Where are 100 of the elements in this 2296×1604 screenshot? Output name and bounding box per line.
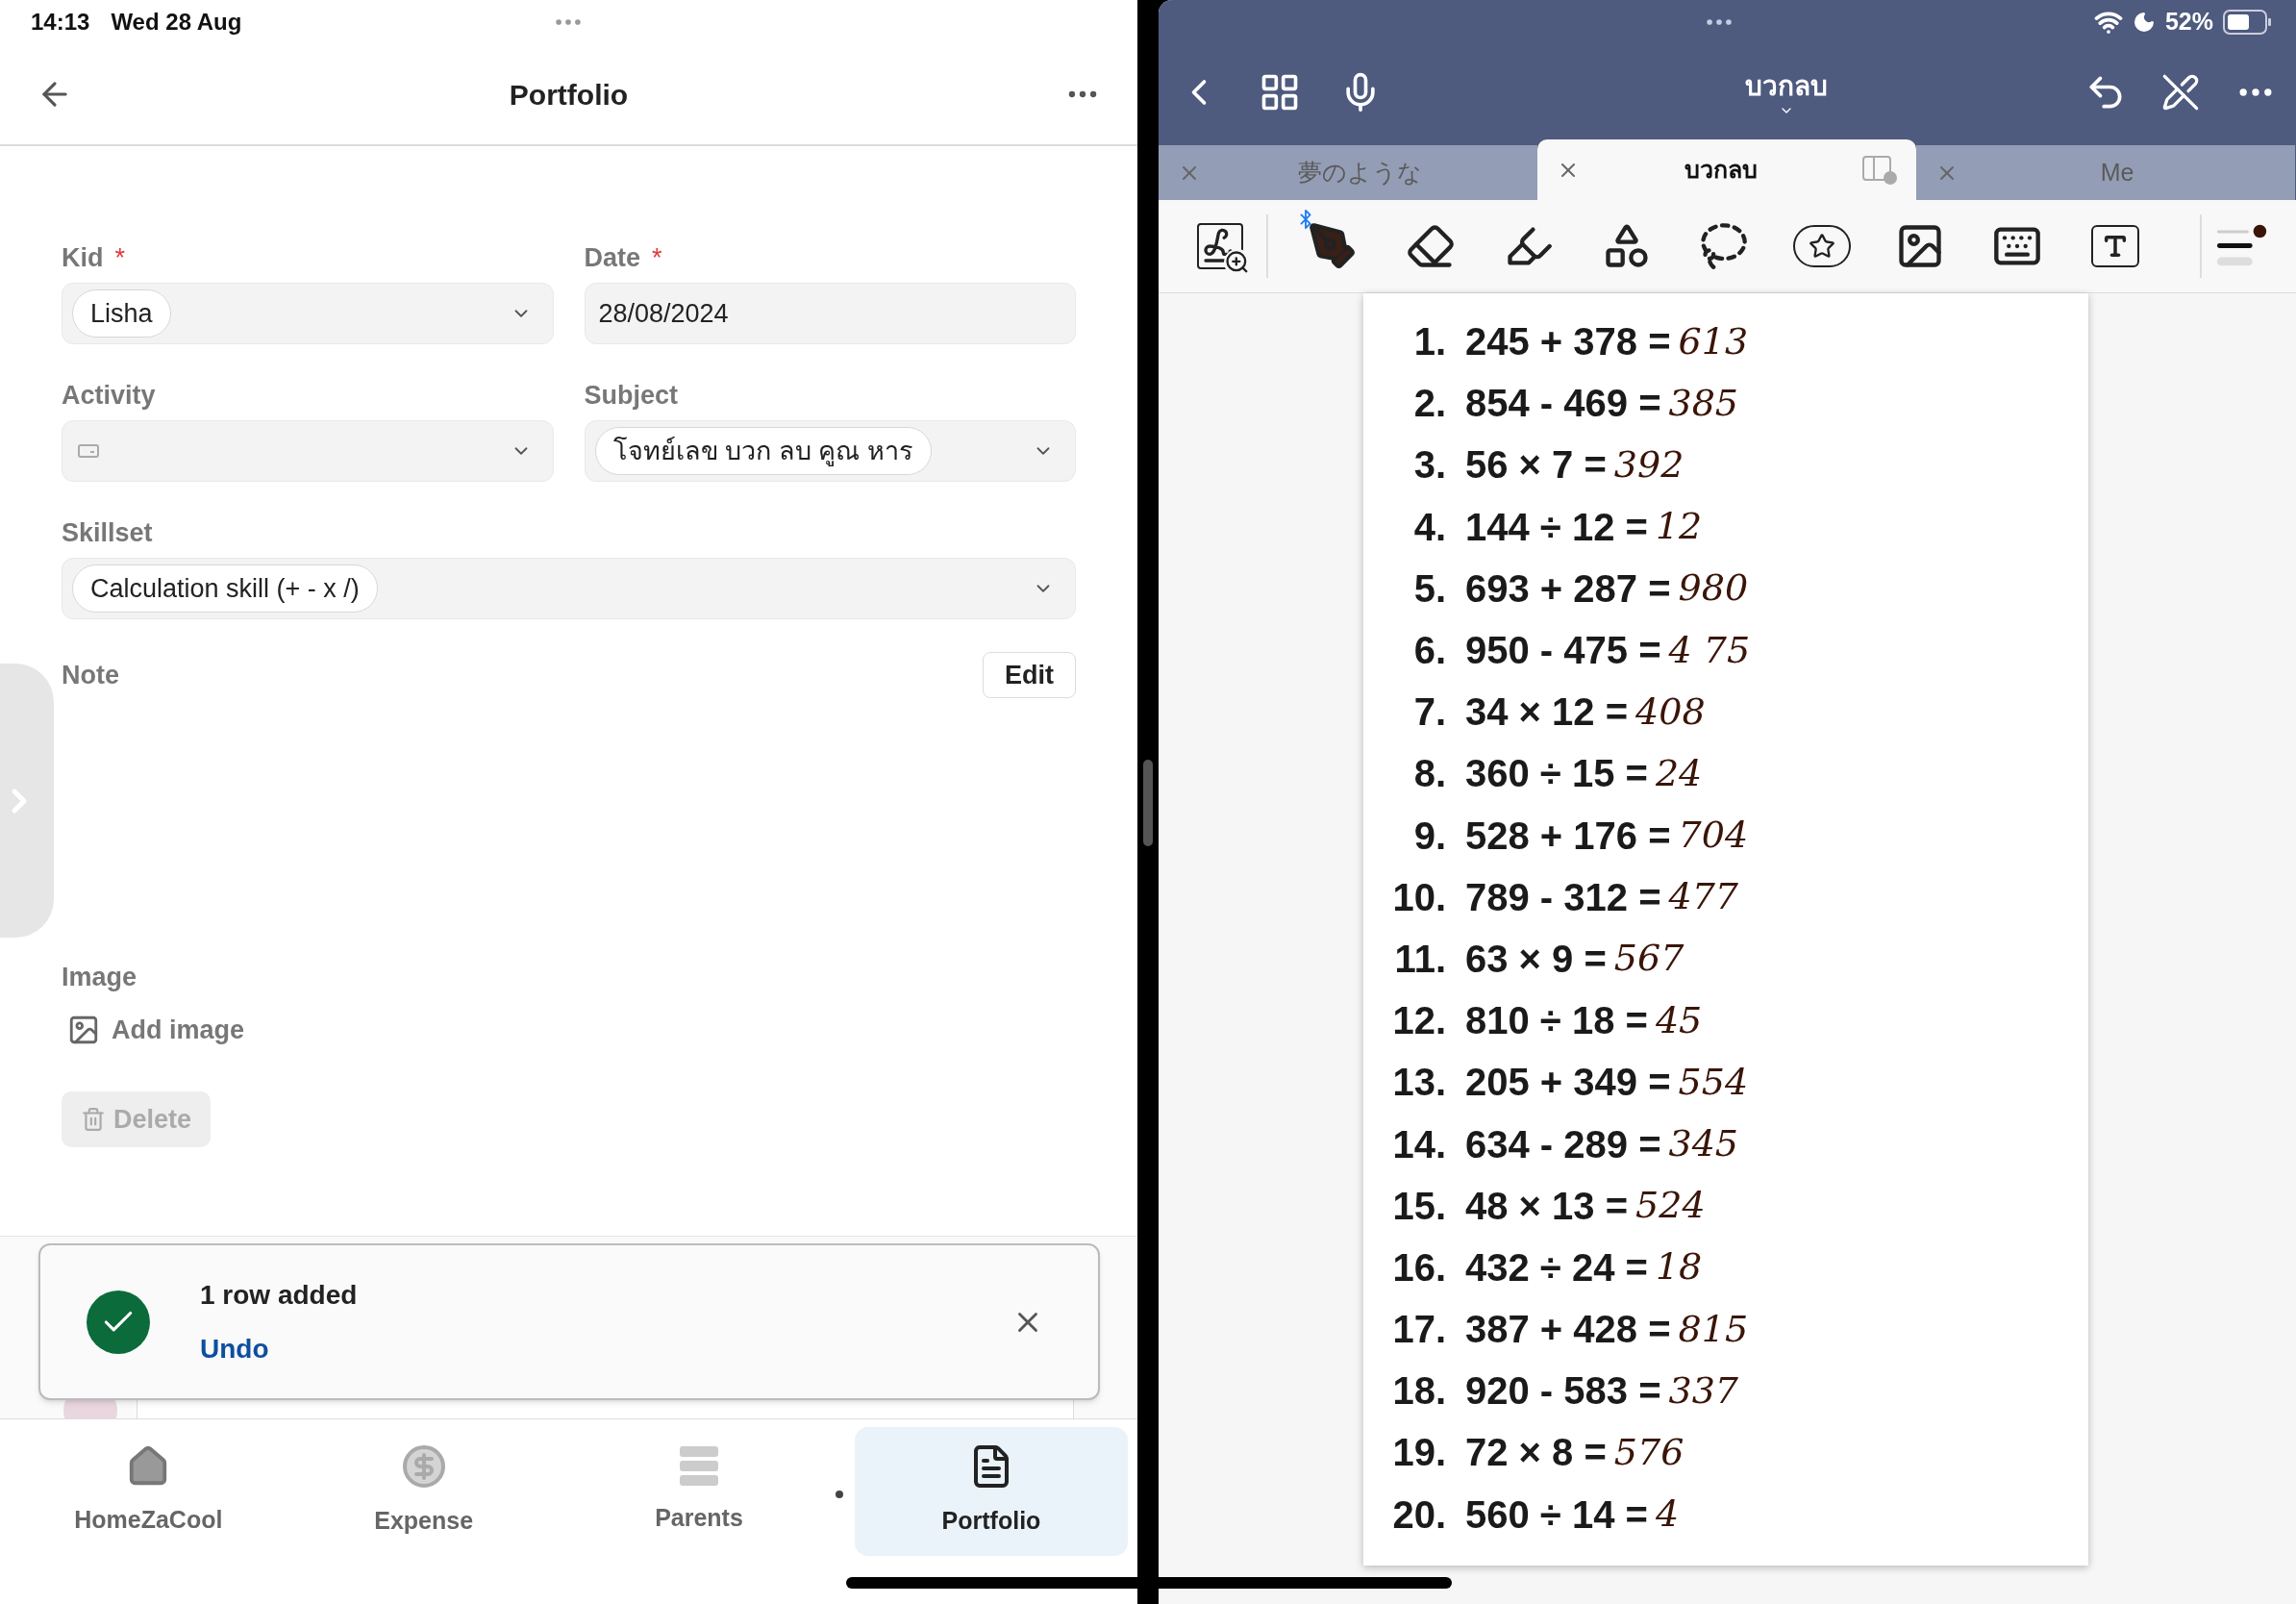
select-field[interactable]: Lisha — [62, 283, 554, 344]
select-field[interactable]: โจทย์เลข บวก ลบ คูณ หาร — [584, 420, 1076, 482]
handwritten-answer: 576 — [1613, 1429, 1685, 1475]
edit-button[interactable]: Edit — [983, 652, 1076, 698]
question-number: 18. — [1391, 1368, 1446, 1415]
field-label: Subject — [584, 379, 679, 412]
value-chip: โจทย์เลข บวก ลบ คูณ หาร — [594, 426, 932, 476]
handwritten-answer: 337 — [1668, 1367, 1739, 1414]
date-field[interactable]: 28/08/2024 — [584, 283, 1076, 344]
toast-message: 1 row added — [200, 1278, 359, 1312]
equation: 810 ÷ 18 = — [1465, 998, 1648, 1044]
equation: 387 + 428 = — [1465, 1307, 1671, 1353]
split-handle[interactable] — [1143, 760, 1153, 846]
question-number: 1. — [1412, 319, 1446, 365]
pen-off-icon[interactable] — [2161, 72, 2200, 112]
question-number: 6. — [1412, 628, 1446, 674]
equation: 63 × 9 = — [1465, 936, 1607, 982]
equation: 48 × 13 = — [1465, 1183, 1629, 1229]
question-number: 13. — [1391, 1060, 1446, 1106]
equation: 693 + 287 = — [1465, 565, 1671, 612]
required-mark: * — [652, 241, 662, 274]
nav-tab[interactable]: HomeZaCool — [12, 1427, 286, 1556]
handwritten-answer: 4 — [1655, 1491, 1680, 1538]
battery-percentage: 52% — [2164, 7, 2213, 38]
field-label: Activity — [62, 379, 156, 412]
page-title: Portfolio — [509, 77, 629, 113]
question-number: 3. — [1412, 442, 1446, 489]
value-chip: Lisha — [72, 288, 171, 338]
handwritten-answer: 815 — [1678, 1306, 1749, 1352]
handwritten-answer: 408 — [1635, 689, 1706, 735]
side-handle[interactable] — [0, 664, 54, 938]
question-number: 10. — [1391, 874, 1446, 920]
equation: 920 - 583 = — [1465, 1368, 1661, 1415]
status-date: Wed 28 Aug — [111, 8, 242, 37]
question-number: 5. — [1412, 565, 1446, 612]
select-field[interactable]: Calculation skill (+ - x /) — [62, 558, 1076, 619]
field-label: Kid — [62, 241, 104, 274]
nav-tab[interactable]: Portfolio — [855, 1427, 1128, 1556]
equation: 144 ÷ 12 = — [1465, 504, 1648, 550]
input-icon — [78, 443, 99, 459]
status-time: 14:13 — [31, 8, 90, 37]
question-number: 12. — [1391, 998, 1446, 1044]
handwritten-answer: 12 — [1655, 504, 1703, 550]
question-number: 4. — [1412, 504, 1446, 550]
field-label: Note — [62, 659, 119, 691]
handwritten-answer: 18 — [1655, 1244, 1703, 1291]
handwritten-answer: 392 — [1613, 441, 1685, 488]
required-mark: * — [114, 241, 125, 274]
equation: 634 - 289 = — [1465, 1121, 1661, 1167]
handwritten-answer: 524 — [1635, 1183, 1706, 1229]
add-image-button[interactable]: Add image — [62, 1010, 245, 1049]
equation: 789 - 312 = — [1465, 874, 1661, 920]
equation: 854 - 469 = — [1465, 381, 1661, 427]
question-number: 16. — [1391, 1244, 1446, 1291]
stack-icon — [680, 1446, 718, 1488]
select-field[interactable] — [62, 420, 554, 482]
handwritten-answer: 345 — [1668, 1121, 1739, 1167]
equation: 72 × 8 = — [1465, 1430, 1607, 1476]
handwritten-answer: 477 — [1668, 874, 1739, 920]
value-chip: Calculation skill (+ - x /) — [72, 564, 378, 614]
handwritten-answer: 554 — [1678, 1059, 1749, 1105]
document-tab[interactable]: บวกลบ — [1537, 139, 1916, 200]
moon-icon — [2132, 11, 2156, 34]
question-number: 14. — [1391, 1121, 1446, 1167]
question-number: 2. — [1412, 381, 1446, 427]
handwritten-answer: 385 — [1668, 380, 1739, 426]
coin-icon — [400, 1443, 447, 1491]
nav-tab[interactable]: Parents — [562, 1427, 836, 1556]
handwritten-answer: 567 — [1613, 936, 1685, 982]
question-number: 17. — [1391, 1307, 1446, 1353]
handwritten-answer: 4 75 — [1668, 627, 1751, 673]
question-number: 8. — [1412, 751, 1446, 797]
equation: 205 + 349 = — [1465, 1060, 1671, 1106]
equation: 528 + 176 = — [1465, 813, 1671, 859]
trash-icon — [81, 1107, 106, 1132]
handwritten-answer: 45 — [1655, 997, 1703, 1043]
field-label: Date — [584, 241, 641, 274]
equation: 56 × 7 = — [1465, 442, 1607, 489]
battery-icon — [2223, 10, 2271, 35]
question-number: 15. — [1391, 1183, 1446, 1229]
equation: 34 × 12 = — [1465, 689, 1629, 736]
equation: 432 ÷ 24 = — [1465, 1244, 1648, 1291]
question-number: 19. — [1391, 1430, 1446, 1476]
document-title[interactable]: บวกลบ — [1744, 65, 1828, 107]
question-number: 9. — [1412, 813, 1446, 859]
equation: 245 + 378 = — [1465, 319, 1671, 365]
field-label: Skillset — [62, 516, 153, 549]
nav-tab[interactable]: Expense — [287, 1427, 561, 1556]
handwritten-answer: 704 — [1678, 813, 1749, 859]
handwritten-answer: 613 — [1678, 318, 1749, 364]
dot-indicator — [836, 1491, 843, 1498]
handwritten-answer: 980 — [1678, 565, 1749, 612]
field-label: Image — [62, 962, 138, 993]
equation: 360 ÷ 15 = — [1465, 751, 1648, 797]
equation: 560 ÷ 14 = — [1465, 1491, 1648, 1538]
question-number: 11. — [1393, 936, 1446, 982]
question-number: 7. — [1412, 689, 1446, 736]
undo-link[interactable]: Undo — [200, 1328, 269, 1369]
handwritten-answer: 24 — [1655, 750, 1703, 796]
question-number: 20. — [1391, 1491, 1446, 1538]
